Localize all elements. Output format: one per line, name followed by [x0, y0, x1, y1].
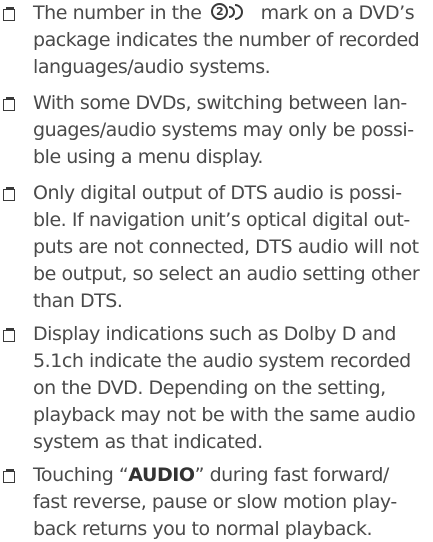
note-line: With some DVDs, switching between lan-: [33, 92, 407, 114]
note-line: on the DVD. Depending on the setting,: [33, 377, 386, 399]
checkbox-bullet-icon: [3, 328, 15, 342]
note-line: Touching “AUDIO” during fast forward/: [33, 464, 389, 486]
note-line: languages/audio systems.: [33, 56, 271, 78]
note-line: back returns you to normal playback.: [33, 518, 373, 540]
checkbox-bullet-icon: [3, 469, 15, 483]
note-line: guages/audio systems may only be possi-: [33, 119, 414, 141]
audio-mark-number: 2: [211, 3, 229, 20]
note-line: ble using a menu display.: [33, 146, 263, 168]
note-line: system as that indicated.: [33, 431, 263, 453]
note-line: be output, so select an audio setting ot…: [33, 263, 420, 285]
note-line: The number in the 2 mark on a DVD’s: [33, 2, 415, 24]
note-line: ble. If navigation unit’s optical digita…: [33, 209, 410, 231]
note-line: puts are not connected, DTS audio will n…: [33, 236, 419, 258]
note-line: Only digital output of DTS audio is poss…: [33, 182, 402, 204]
note-line: Display indications such as Dolby D and: [33, 323, 396, 345]
note-line: 5.1ch indicate the audio system recorded: [33, 350, 411, 372]
note-line: fast reverse, pause or slow motion play-: [33, 491, 397, 513]
note-line: than DTS.: [33, 290, 123, 312]
note-line: package indicates the number of recorded: [33, 29, 420, 51]
notes-list: The number in the 2 mark on a DVD’s pack…: [0, 0, 433, 542]
audio-key-label: AUDIO: [128, 464, 195, 486]
checkbox-bullet-icon: [3, 97, 15, 111]
checkbox-bullet-icon: [3, 187, 15, 201]
note-line: playback may not be with the same audio: [33, 404, 416, 426]
checkbox-bullet-icon: [3, 7, 15, 21]
audio-languages-mark-icon: 2: [209, 2, 253, 22]
